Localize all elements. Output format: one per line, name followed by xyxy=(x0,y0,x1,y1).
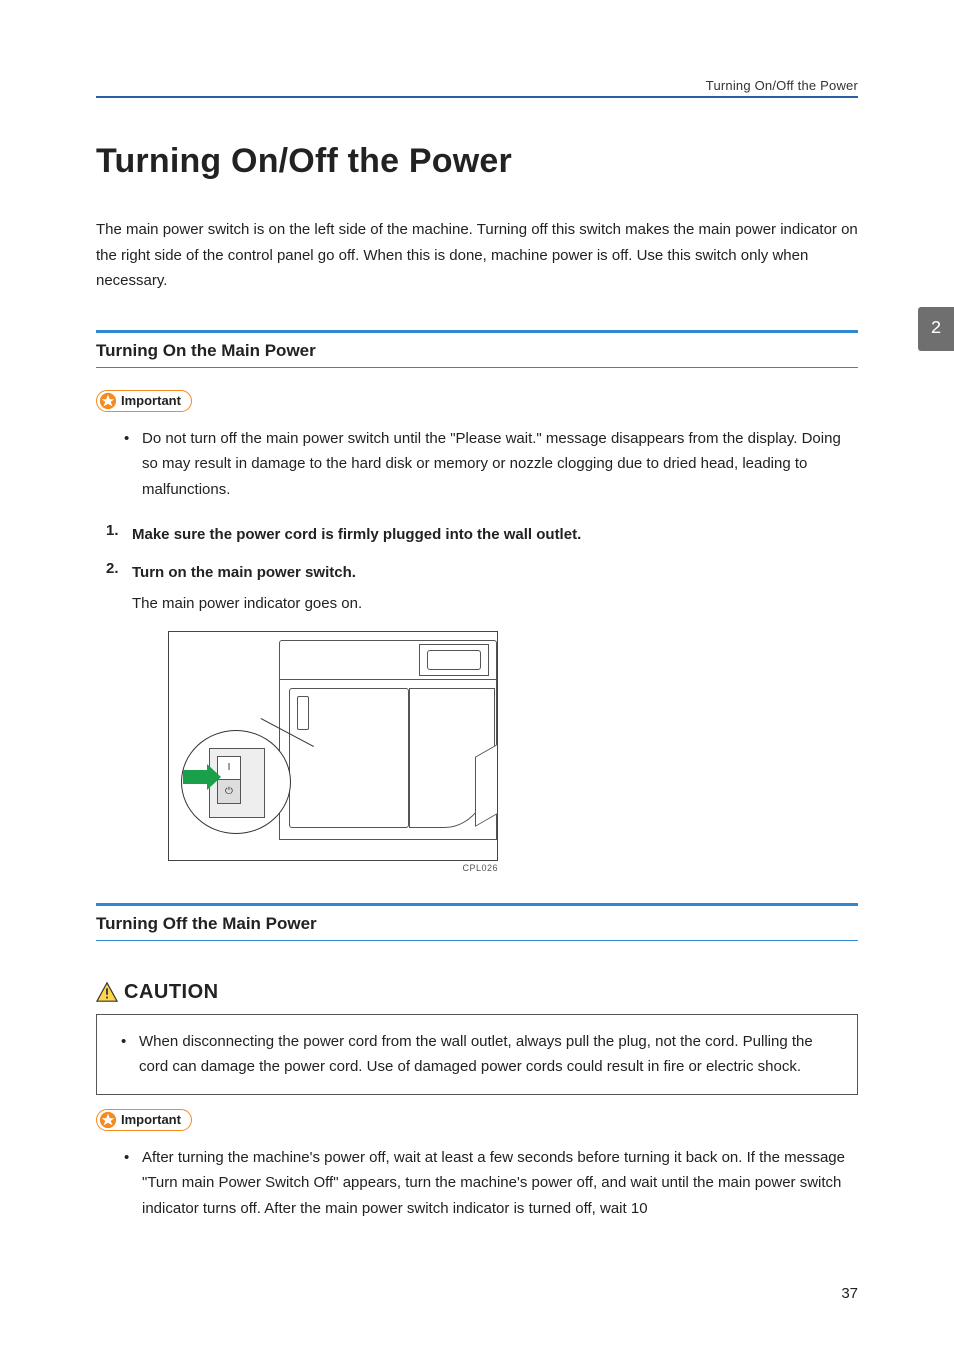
figure-illustration: I ⏻ xyxy=(168,631,498,861)
warning-triangle-icon xyxy=(96,981,118,1003)
step-label: Turn on the main power switch. xyxy=(132,564,356,581)
important-label: Important xyxy=(121,393,181,408)
section-title-on: Turning On the Main Power xyxy=(96,341,858,361)
header-rule xyxy=(96,96,858,98)
important-label: Important xyxy=(121,1112,181,1127)
step-note: The main power indicator goes on. xyxy=(132,591,858,617)
important-list: After turning the machine's power off, w… xyxy=(96,1145,858,1222)
star-icon xyxy=(99,1111,117,1129)
section-rule xyxy=(96,940,858,941)
section-rule xyxy=(96,367,858,368)
page: Turning On/Off the Power 2 Turning On/Of… xyxy=(0,0,954,1354)
running-header: Turning On/Off the Power xyxy=(706,78,858,93)
step-item: Turn on the main power switch. The main … xyxy=(106,560,858,873)
figure-caption: CPL026 xyxy=(168,863,498,873)
power-switch-callout: I ⏻ xyxy=(181,730,301,840)
chapter-tab: 2 xyxy=(918,307,954,351)
caution-label: CAUTION xyxy=(96,981,219,1004)
page-number: 37 xyxy=(841,1285,858,1302)
figure: I ⏻ CPL026 xyxy=(168,631,858,873)
list-item: Do not turn off the main power switch un… xyxy=(124,426,858,503)
important-tag: Important xyxy=(96,1109,192,1131)
step-label: Make sure the power cord is firmly plugg… xyxy=(132,526,581,543)
steps-list: Make sure the power cord is firmly plugg… xyxy=(96,522,858,873)
page-title: Turning On/Off the Power xyxy=(96,142,858,181)
intro-paragraph: The main power switch is on the left sid… xyxy=(96,217,858,294)
section-rule xyxy=(96,903,858,906)
star-icon xyxy=(99,392,117,410)
list-item: When disconnecting the power cord from t… xyxy=(121,1029,837,1080)
important-list: Do not turn off the main power switch un… xyxy=(96,426,858,503)
step-item: Make sure the power cord is firmly plugg… xyxy=(106,522,858,548)
section-title-off: Turning Off the Main Power xyxy=(96,914,858,934)
caution-box: When disconnecting the power cord from t… xyxy=(96,1014,858,1095)
section-rule xyxy=(96,330,858,333)
important-tag: Important xyxy=(96,390,192,412)
caution-text: CAUTION xyxy=(124,981,219,1004)
list-item: After turning the machine's power off, w… xyxy=(124,1145,858,1222)
